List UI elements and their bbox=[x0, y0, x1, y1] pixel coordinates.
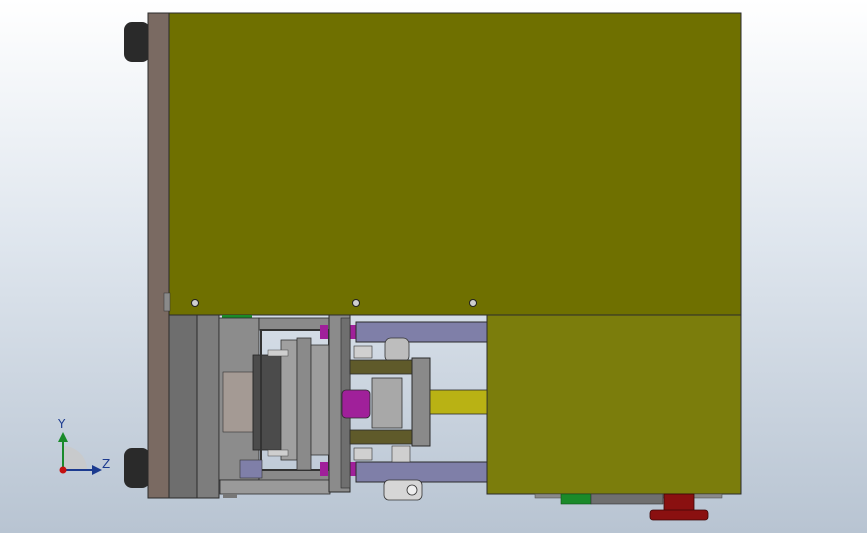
cad-viewport[interactable]: Y Z bbox=[0, 0, 867, 533]
machine-model-drawing: Y Z bbox=[57, 12, 742, 521]
left-base-plate bbox=[147, 12, 170, 499]
y-axis-label: Y bbox=[57, 417, 66, 431]
edge-tab bbox=[163, 292, 171, 312]
lower-housing-block bbox=[486, 314, 742, 495]
z-axis-label: Z bbox=[102, 457, 110, 471]
main-housing bbox=[168, 12, 742, 316]
mold-assembly bbox=[168, 314, 356, 499]
foot-top bbox=[124, 22, 150, 62]
foot-bottom bbox=[124, 448, 150, 488]
coordinate-triad: Y Z bbox=[57, 417, 110, 475]
